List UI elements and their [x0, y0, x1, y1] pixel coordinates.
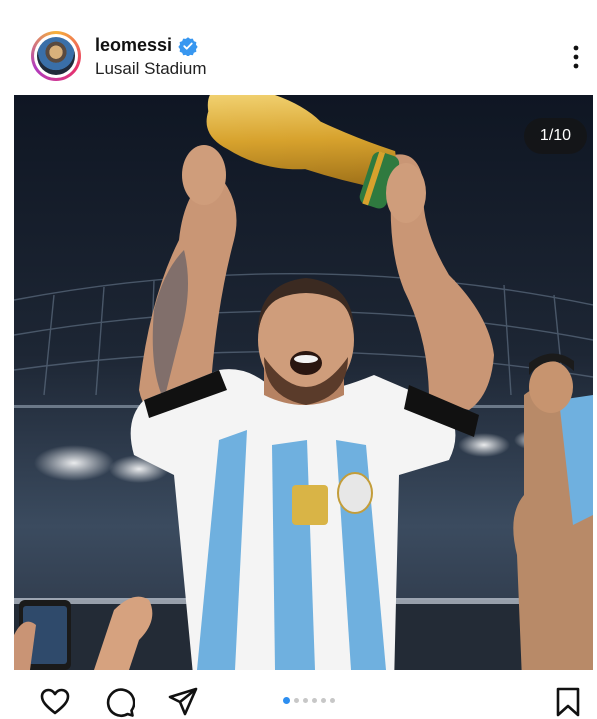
carousel-counter: 1/10 [524, 118, 587, 154]
carousel-indicator [283, 697, 335, 704]
username-row[interactable]: leomessi [95, 35, 198, 56]
carousel-dot [330, 698, 335, 703]
post-photo[interactable]: 1/10 [14, 95, 593, 670]
more-options-icon[interactable] [566, 44, 586, 70]
profile-avatar[interactable] [31, 31, 81, 81]
avatar-image [37, 37, 75, 75]
carousel-dot [312, 698, 317, 703]
carousel-dot [303, 698, 308, 703]
bookmark-icon[interactable] [552, 686, 584, 718]
heart-icon[interactable] [39, 686, 71, 718]
send-icon[interactable] [167, 686, 199, 718]
carousel-dot [294, 698, 299, 703]
post-actions [0, 672, 597, 719]
carousel-dot-active [283, 697, 290, 704]
comment-icon[interactable] [103, 686, 135, 718]
post-header: leomessi Lusail Stadium [0, 0, 597, 95]
username[interactable]: leomessi [95, 35, 172, 56]
carousel-dot [321, 698, 326, 703]
post-location[interactable]: Lusail Stadium [95, 59, 207, 79]
verified-badge-icon [178, 36, 198, 56]
photo-image [14, 95, 593, 670]
